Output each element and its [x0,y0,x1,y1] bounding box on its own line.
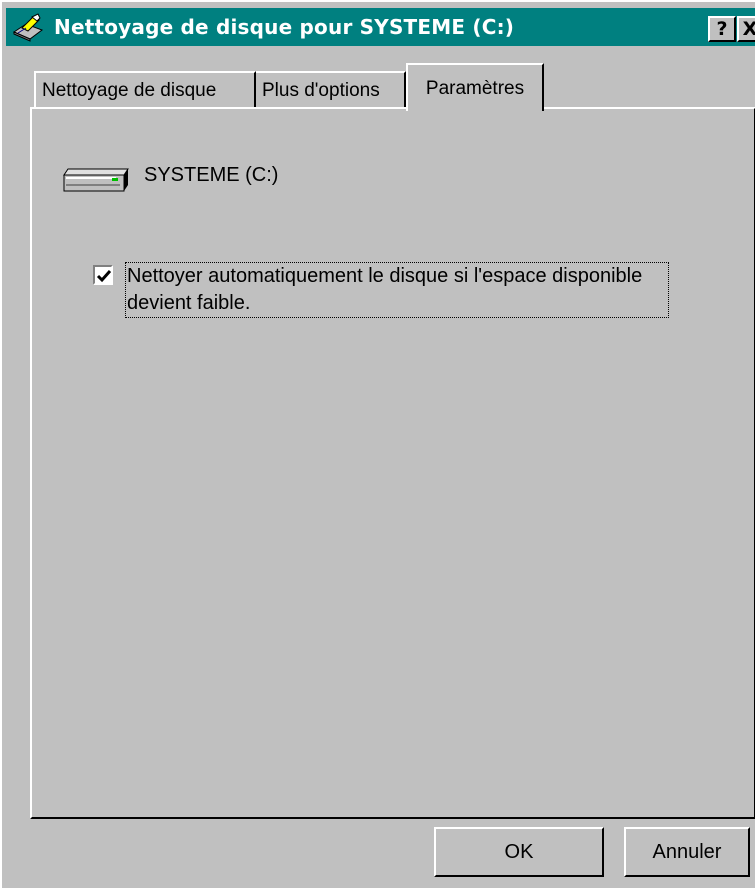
auto-clean-checkbox[interactable] [93,265,113,285]
disk-cleanup-dialog: Nettoyage de disque pour SYSTEME (C:) ? … [0,0,755,888]
drive-label: SYSTEME (C:) [144,164,279,186]
tab-parametres[interactable]: Paramètres [406,63,544,111]
disk-cleanup-icon [12,13,44,42]
tab-plus-d-options[interactable]: Plus d'options [256,71,406,109]
help-button[interactable]: ? [708,16,736,42]
title-bar[interactable]: Nettoyage de disque pour SYSTEME (C:) ? … [6,8,755,46]
tab-nettoyage-de-disque[interactable]: Nettoyage de disque [34,71,256,109]
ok-button[interactable]: OK [434,827,604,877]
hard-drive-icon [63,168,129,192]
window-title: Nettoyage de disque pour SYSTEME (C:) [54,15,515,39]
cancel-button[interactable]: Annuler [624,827,750,877]
auto-clean-label[interactable]: Nettoyer automatiquement le disque si l'… [125,262,669,318]
settings-panel: SYSTEME (C:) Nettoyer automatiquement le… [30,107,755,819]
checkmark-icon [96,270,112,283]
close-button[interactable]: X [737,16,755,42]
